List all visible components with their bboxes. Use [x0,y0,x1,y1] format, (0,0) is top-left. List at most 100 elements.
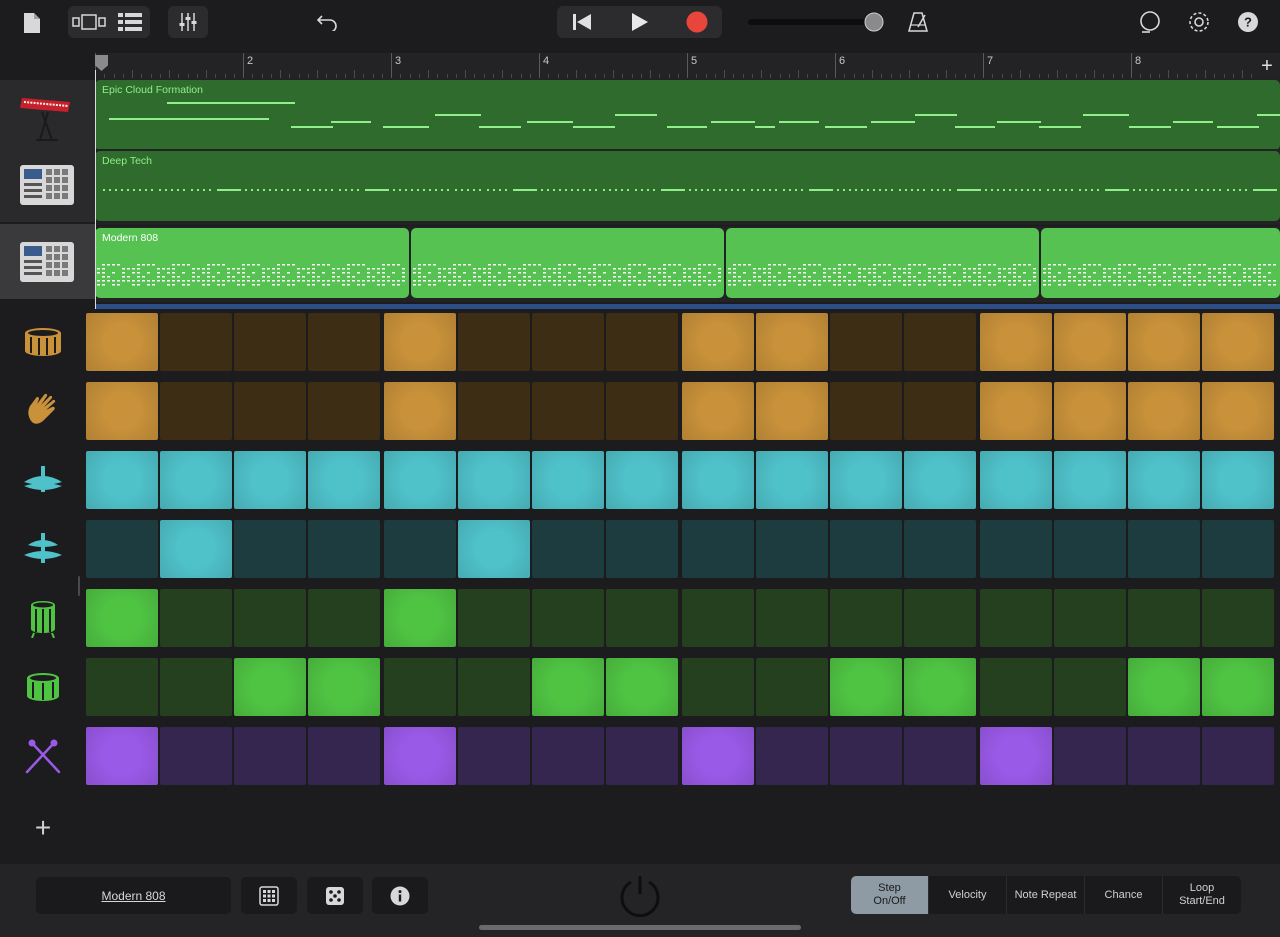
step-pad[interactable] [1202,727,1274,785]
step-pad[interactable] [682,589,754,647]
help-icon[interactable]: ? [1234,8,1262,36]
step-pad[interactable] [1202,520,1274,578]
step-pad[interactable] [308,658,380,716]
step-pad[interactable] [682,520,754,578]
step-pad[interactable] [1054,589,1126,647]
resize-handle[interactable] [78,576,80,596]
step-pad[interactable] [606,313,678,371]
metronome-icon[interactable] [904,8,932,36]
step-pad[interactable] [86,658,158,716]
step-pad[interactable] [980,313,1052,371]
step-pad[interactable] [234,727,306,785]
step-pad[interactable] [1054,658,1126,716]
step-pad[interactable] [904,727,976,785]
timeline-ruler[interactable]: 12345678 [95,53,1280,80]
step-pad[interactable] [1202,589,1274,647]
step-pad[interactable] [308,520,380,578]
step-pad[interactable] [1128,658,1200,716]
step-pad[interactable] [830,313,902,371]
region-epic-cloud[interactable]: Epic Cloud Formation [95,80,1280,150]
step-pad[interactable] [830,658,902,716]
step-pad[interactable] [1202,451,1274,509]
step-pad[interactable] [980,589,1052,647]
region-modern-808[interactable]: Modern 808 [95,228,409,298]
mode-chance[interactable]: Chance [1085,876,1163,914]
step-pad[interactable] [904,589,976,647]
kick-drum-icon[interactable] [18,317,68,367]
add-row-button[interactable]: + [30,814,56,842]
step-pad[interactable] [160,589,232,647]
step-pad[interactable] [980,520,1052,578]
clap-hand-icon[interactable] [18,386,68,436]
step-pad[interactable] [532,658,604,716]
step-pad[interactable] [682,451,754,509]
step-pad[interactable] [532,727,604,785]
step-pad[interactable] [904,313,976,371]
closed-hihat-icon[interactable] [18,455,68,505]
step-pad[interactable] [384,589,456,647]
step-pad[interactable] [606,451,678,509]
step-pad[interactable] [830,382,902,440]
step-pad[interactable] [384,382,456,440]
step-pad[interactable] [160,382,232,440]
step-pad[interactable] [1202,313,1274,371]
mode-loop-start-end[interactable]: Loop Start/End [1163,876,1241,914]
step-pad[interactable] [904,658,976,716]
step-pad[interactable] [980,382,1052,440]
step-pad[interactable] [160,727,232,785]
step-pad[interactable] [904,382,976,440]
step-pad[interactable] [830,727,902,785]
step-pad[interactable] [458,589,530,647]
tracks-view-icon[interactable] [112,8,148,36]
step-pad[interactable] [1128,727,1200,785]
open-hihat-icon[interactable] [18,524,68,574]
step-pad[interactable] [682,727,754,785]
step-pad[interactable] [756,658,828,716]
volume-slider[interactable] [748,12,888,32]
mode-velocity[interactable]: Velocity [929,876,1007,914]
step-pad[interactable] [756,589,828,647]
mixer-icon[interactable] [170,8,206,36]
step-pad[interactable] [606,589,678,647]
step-pad[interactable] [682,313,754,371]
step-pad[interactable] [830,520,902,578]
snare-drum-icon[interactable] [18,593,68,643]
region-modern-808-loop[interactable] [411,228,724,298]
step-pad[interactable] [532,451,604,509]
step-pad[interactable] [830,589,902,647]
step-pad[interactable] [606,520,678,578]
undo-icon[interactable] [312,8,342,36]
step-pad[interactable] [1202,658,1274,716]
step-pad[interactable] [458,382,530,440]
tom-drum-icon[interactable] [18,662,68,712]
step-pad[interactable] [308,382,380,440]
power-icon[interactable] [616,872,664,925]
step-pad[interactable] [160,658,232,716]
step-pad[interactable] [384,520,456,578]
add-section-button[interactable]: + [1254,54,1280,79]
step-pad[interactable] [1054,520,1126,578]
step-pad[interactable] [160,520,232,578]
step-pad[interactable] [160,313,232,371]
step-pad[interactable] [606,727,678,785]
step-pad[interactable] [1054,313,1126,371]
step-pad[interactable] [384,727,456,785]
step-pad[interactable] [458,658,530,716]
record-icon[interactable] [677,8,717,36]
step-pad[interactable] [1202,382,1274,440]
step-pad[interactable] [756,382,828,440]
settings-gear-icon[interactable] [1185,8,1213,36]
step-pad[interactable] [682,382,754,440]
step-pad[interactable] [234,658,306,716]
play-icon[interactable] [620,8,660,36]
track-header-epic-cloud[interactable] [0,80,95,156]
step-pad[interactable] [234,313,306,371]
step-pad[interactable] [86,313,158,371]
region-deep-tech[interactable]: Deep Tech [95,151,1280,221]
step-pad[interactable] [756,451,828,509]
step-pad[interactable] [86,589,158,647]
step-pad[interactable] [606,382,678,440]
pattern-name-button[interactable]: Modern 808 [36,877,231,914]
step-pad[interactable] [532,313,604,371]
track-header-deep-tech[interactable] [0,147,95,223]
